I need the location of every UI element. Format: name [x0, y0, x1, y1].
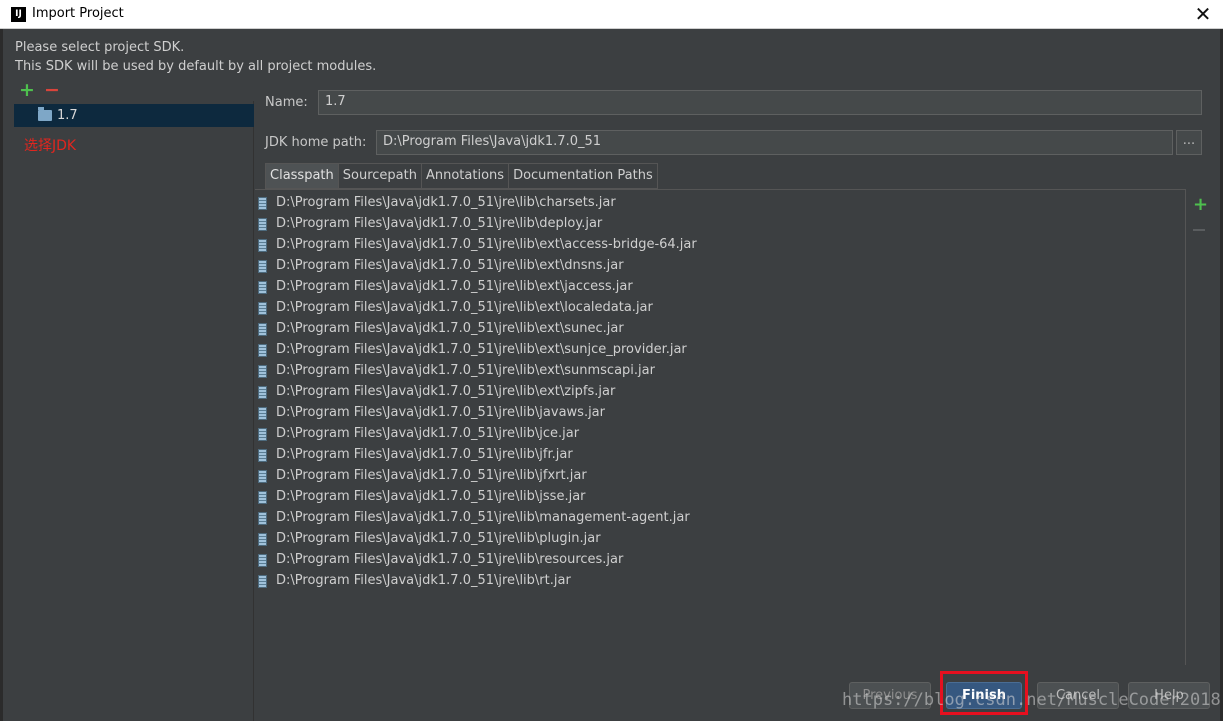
jdk-home-path-label: JDK home path:: [265, 135, 367, 150]
list-item[interactable]: D:\Program Files\Java\jdk1.7.0_51\jre\li…: [255, 508, 1185, 529]
list-item[interactable]: D:\Program Files\Java\jdk1.7.0_51\jre\li…: [255, 361, 1185, 382]
list-item-path: D:\Program Files\Java\jdk1.7.0_51\jre\li…: [276, 510, 690, 525]
list-item[interactable]: D:\Program Files\Java\jdk1.7.0_51\jre\li…: [255, 277, 1185, 298]
jar-icon: [258, 407, 267, 420]
description-line-1: Please select project SDK.: [15, 40, 185, 55]
browse-button[interactable]: ...: [1176, 130, 1202, 155]
list-item[interactable]: D:\Program Files\Java\jdk1.7.0_51\jre\li…: [255, 550, 1185, 571]
list-item[interactable]: D:\Program Files\Java\jdk1.7.0_51\jre\li…: [255, 298, 1185, 319]
list-item-path: D:\Program Files\Java\jdk1.7.0_51\jre\li…: [276, 342, 687, 357]
jar-icon: [258, 428, 267, 441]
list-item[interactable]: D:\Program Files\Java\jdk1.7.0_51\jre\li…: [255, 571, 1185, 592]
sdk-item-1-7[interactable]: 1.7: [14, 104, 254, 127]
jar-icon: [258, 512, 267, 525]
jar-icon: [258, 554, 267, 567]
list-item[interactable]: D:\Program Files\Java\jdk1.7.0_51\jre\li…: [255, 193, 1185, 214]
previous-button[interactable]: Previous: [849, 682, 931, 709]
close-icon[interactable]: ✕: [1193, 2, 1213, 26]
sdk-item-label: 1.7: [57, 108, 78, 123]
list-item[interactable]: D:\Program Files\Java\jdk1.7.0_51\jre\li…: [255, 319, 1185, 340]
plus-icon[interactable]: +: [1193, 196, 1208, 214]
list-item[interactable]: D:\Program Files\Java\jdk1.7.0_51\jre\li…: [255, 424, 1185, 445]
jar-icon: [258, 533, 267, 546]
window-title: Import Project: [32, 6, 124, 21]
name-field[interactable]: 1.7: [318, 90, 1202, 115]
list-item-path: D:\Program Files\Java\jdk1.7.0_51\jre\li…: [276, 300, 653, 315]
list-item[interactable]: D:\Program Files\Java\jdk1.7.0_51\jre\li…: [255, 214, 1185, 235]
window-frame-left: [0, 29, 3, 721]
name-label: Name:: [265, 95, 308, 110]
jar-icon: [258, 365, 267, 378]
plus-icon[interactable]: +: [19, 81, 35, 100]
list-item-path: D:\Program Files\Java\jdk1.7.0_51\jre\li…: [276, 237, 697, 252]
jar-icon: [258, 575, 267, 588]
list-item[interactable]: D:\Program Files\Java\jdk1.7.0_51\jre\li…: [255, 256, 1185, 277]
list-item[interactable]: D:\Program Files\Java\jdk1.7.0_51\jre\li…: [255, 445, 1185, 466]
list-item-path: D:\Program Files\Java\jdk1.7.0_51\jre\li…: [276, 489, 586, 504]
list-item[interactable]: D:\Program Files\Java\jdk1.7.0_51\jre\li…: [255, 529, 1185, 550]
title-bar: IJ Import Project ✕: [0, 0, 1223, 29]
list-item-path: D:\Program Files\Java\jdk1.7.0_51\jre\li…: [276, 321, 624, 336]
tab-classpath[interactable]: Classpath: [265, 163, 339, 189]
description-line-2: This SDK will be used by default by all …: [15, 59, 377, 74]
jar-icon: [258, 491, 267, 504]
select-jdk-annotation: 选择JDK: [24, 138, 77, 154]
jar-icon: [258, 281, 267, 294]
jar-icon: [258, 218, 267, 231]
list-item-path: D:\Program Files\Java\jdk1.7.0_51\jre\li…: [276, 426, 580, 441]
list-item-path: D:\Program Files\Java\jdk1.7.0_51\jre\li…: [276, 447, 573, 462]
jar-icon: [258, 197, 267, 210]
list-item[interactable]: D:\Program Files\Java\jdk1.7.0_51\jre\li…: [255, 340, 1185, 361]
jar-icon: [258, 344, 267, 357]
list-item[interactable]: D:\Program Files\Java\jdk1.7.0_51\jre\li…: [255, 487, 1185, 508]
jar-icon: [258, 449, 267, 462]
sdk-list: 1.7 选择JDK: [14, 101, 254, 721]
folder-icon: [38, 107, 52, 121]
jar-icon: [258, 470, 267, 483]
jar-icon: [258, 323, 267, 336]
finish-button[interactable]: Finish: [946, 682, 1022, 709]
list-item-path: D:\Program Files\Java\jdk1.7.0_51\jre\li…: [276, 195, 616, 210]
list-item[interactable]: D:\Program Files\Java\jdk1.7.0_51\jre\li…: [255, 235, 1185, 256]
tab-annotations[interactable]: Annotations: [421, 163, 510, 189]
path-tabs: Classpath Sourcepath Annotations Documen…: [265, 163, 658, 189]
help-button[interactable]: Help: [1128, 682, 1210, 709]
minus-icon[interactable]: −: [44, 81, 60, 100]
tab-documentation-paths[interactable]: Documentation Paths: [509, 163, 658, 189]
list-item-path: D:\Program Files\Java\jdk1.7.0_51\jre\li…: [276, 279, 633, 294]
list-item-path: D:\Program Files\Java\jdk1.7.0_51\jre\li…: [276, 384, 616, 399]
list-item[interactable]: D:\Program Files\Java\jdk1.7.0_51\jre\li…: [255, 382, 1185, 403]
list-item-path: D:\Program Files\Java\jdk1.7.0_51\jre\li…: [276, 363, 655, 378]
list-item-path: D:\Program Files\Java\jdk1.7.0_51\jre\li…: [276, 468, 587, 483]
jar-icon: [258, 302, 267, 315]
list-item[interactable]: D:\Program Files\Java\jdk1.7.0_51\jre\li…: [255, 466, 1185, 487]
list-item-path: D:\Program Files\Java\jdk1.7.0_51\jre\li…: [276, 258, 624, 273]
jar-icon: [258, 260, 267, 273]
list-item-path: D:\Program Files\Java\jdk1.7.0_51\jre\li…: [276, 216, 603, 231]
jar-icon: [258, 386, 267, 399]
list-item-path: D:\Program Files\Java\jdk1.7.0_51\jre\li…: [276, 552, 624, 567]
list-item[interactable]: D:\Program Files\Java\jdk1.7.0_51\jre\li…: [255, 403, 1185, 424]
jdk-home-path-field[interactable]: D:\Program Files\Java\jdk1.7.0_51: [376, 130, 1173, 155]
tab-sourcepath[interactable]: Sourcepath: [338, 163, 422, 189]
list-item-path: D:\Program Files\Java\jdk1.7.0_51\jre\li…: [276, 531, 601, 546]
jar-icon: [258, 239, 267, 252]
list-item-path: D:\Program Files\Java\jdk1.7.0_51\jre\li…: [276, 573, 571, 588]
cancel-button[interactable]: Cancel: [1037, 682, 1119, 709]
intellij-app-icon: IJ: [11, 7, 26, 22]
classpath-list: D:\Program Files\Java\jdk1.7.0_51\jre\li…: [255, 189, 1186, 665]
sdk-description: Please select project SDK. This SDK will…: [15, 38, 376, 76]
list-item-path: D:\Program Files\Java\jdk1.7.0_51\jre\li…: [276, 405, 605, 420]
minus-icon: [1193, 229, 1205, 231]
